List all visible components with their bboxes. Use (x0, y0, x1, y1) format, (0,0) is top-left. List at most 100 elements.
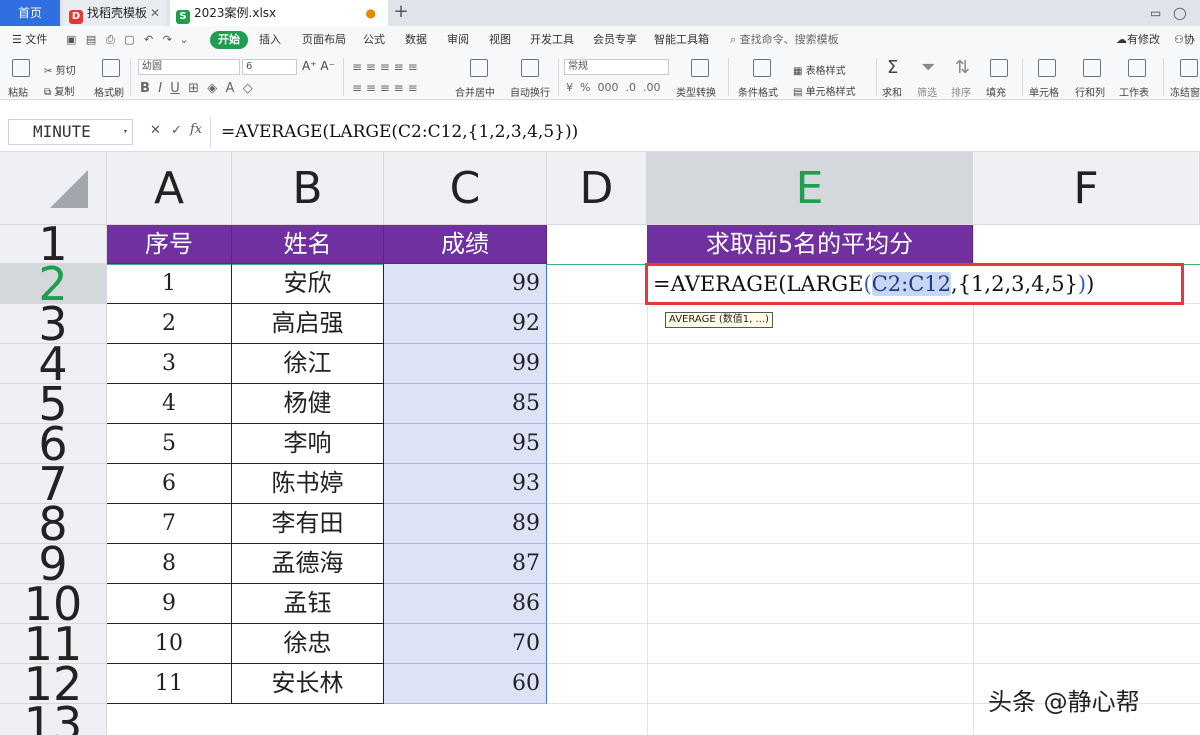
table-cell-name[interactable]: 高启强 (232, 304, 384, 344)
type-convert-button[interactable]: 类型转换 (676, 84, 716, 99)
table-cell-name[interactable]: 孟钰 (232, 584, 384, 624)
menu-developer[interactable]: 开发工具 (530, 26, 574, 54)
paste-icon[interactable] (12, 59, 30, 77)
table-cell-no[interactable]: 8 (107, 544, 232, 584)
table-cell-no[interactable]: 7 (107, 504, 232, 544)
conditional-format-button[interactable]: 条件格式 (738, 84, 778, 99)
row-header-12[interactable]: 12 (0, 664, 107, 704)
conditional-format-icon[interactable] (753, 59, 771, 77)
tab-template-store[interactable]: D 找稻壳模板 ✕ (63, 0, 166, 26)
table-cell-name[interactable]: 安欣 (232, 264, 384, 304)
fill-button[interactable]: 填充 (986, 84, 1006, 99)
table-cell-name[interactable]: 李响 (232, 424, 384, 464)
row-header-2[interactable]: 2 (0, 264, 107, 304)
fill-icon[interactable] (990, 59, 1008, 77)
filter-icon[interactable]: ⏷ (921, 57, 935, 78)
row-col-icon[interactable] (1083, 59, 1101, 77)
align-top-icon[interactable]: ≡ (352, 60, 362, 74)
print-icon[interactable]: ⎙ (106, 33, 115, 46)
insert-function-button[interactable]: fx (190, 122, 202, 137)
menu-file[interactable]: ☰ 文件 (12, 26, 47, 54)
distribute-icon[interactable]: ≡ (408, 81, 418, 95)
copy-button[interactable]: ⧉ 复制 (44, 83, 74, 98)
table-cell-no[interactable]: 5 (107, 424, 232, 464)
table-cell-name[interactable]: 孟德海 (232, 544, 384, 584)
layout-icon[interactable]: ▭ (1150, 6, 1161, 20)
wrap-text-icon[interactable] (521, 59, 539, 77)
menu-data[interactable]: 数据 (405, 26, 427, 54)
table-cell-no[interactable]: 9 (107, 584, 232, 624)
worksheet-icon[interactable] (1128, 59, 1146, 77)
paste-button[interactable]: 粘贴 (8, 84, 28, 99)
menu-formulas[interactable]: 公式 (363, 26, 385, 54)
indent-icon[interactable]: ≡ (408, 60, 418, 74)
close-icon[interactable]: ✕ (150, 0, 160, 26)
percent-icon[interactable]: % (580, 81, 590, 94)
edit-range-reference[interactable]: C2:C12 (871, 272, 952, 296)
column-header-f[interactable]: F (973, 152, 1200, 225)
font-grow-shrink[interactable]: A⁺ A⁻ (302, 59, 335, 73)
modified-status[interactable]: ☁有修改 (1116, 26, 1160, 54)
format-painter-icon[interactable] (102, 59, 120, 77)
align-left-icon[interactable]: ≡ (352, 81, 362, 95)
cut-button[interactable]: ✂ 剪切 (44, 62, 76, 77)
table-cell-score[interactable]: 89 (384, 504, 547, 544)
tab-file[interactable]: S 2023案例.xlsx ● (170, 0, 388, 26)
underline-icon[interactable]: U (170, 81, 180, 96)
row-header-13[interactable]: 13 (0, 704, 107, 735)
table-cell-no[interactable]: 2 (107, 304, 232, 344)
header-cell-name[interactable]: 姓名 (232, 225, 384, 264)
table-cell-name[interactable]: 陈书婷 (232, 464, 384, 504)
table-cell-no[interactable]: 10 (107, 624, 232, 664)
header-cell-avg[interactable]: 求取前5名的平均分 (647, 225, 973, 264)
worksheet-button[interactable]: 工作表 (1119, 84, 1149, 99)
cell-icon[interactable] (1038, 59, 1056, 77)
decrease-decimal-icon[interactable]: .00 (643, 81, 661, 94)
table-cell-score[interactable]: 99 (384, 264, 547, 304)
name-box[interactable]: MINUTE ▾ (8, 119, 133, 145)
table-cell-score[interactable]: 70 (384, 624, 547, 664)
cell-button[interactable]: 单元格 (1029, 84, 1059, 99)
type-convert-icon[interactable] (691, 59, 709, 77)
orientation-icon[interactable]: ≡ (394, 60, 404, 74)
currency-icon[interactable]: ¥ (566, 81, 573, 94)
table-cell-score[interactable]: 93 (384, 464, 547, 504)
collaborate-button[interactable]: ⚇协 (1174, 26, 1195, 54)
number-format-select[interactable]: 常规 (564, 59, 669, 75)
font-size-select[interactable]: 6 (242, 59, 297, 75)
chevron-down-icon[interactable]: ▾ (123, 120, 128, 144)
cancel-icon[interactable]: ✕ (150, 123, 161, 138)
tab-home[interactable]: 首页 (0, 0, 60, 26)
column-header-e[interactable]: E (647, 152, 973, 225)
header-cell-score[interactable]: 成绩 (384, 225, 547, 264)
command-search[interactable]: ⌕ 查找命令、搜索模板 (730, 26, 839, 54)
align-center-icon[interactable]: ≡ (366, 81, 376, 95)
menu-insert[interactable]: 插入 (259, 26, 281, 54)
fill-color-icon[interactable]: ◈ (207, 81, 217, 96)
thousands-icon[interactable]: 000 (597, 81, 618, 94)
redo-icon[interactable]: ↷ (163, 33, 172, 46)
table-cell-score[interactable]: 92 (384, 304, 547, 344)
table-cell-no[interactable]: 6 (107, 464, 232, 504)
preview-icon[interactable]: ▢ (124, 33, 134, 46)
column-header-c[interactable]: C (384, 152, 547, 225)
table-cell-score[interactable]: 86 (384, 584, 547, 624)
table-cell-no[interactable]: 4 (107, 384, 232, 424)
freeze-icon[interactable] (1180, 59, 1198, 77)
menu-review[interactable]: 审阅 (447, 26, 469, 54)
increase-decimal-icon[interactable]: .0 (625, 81, 636, 94)
align-bottom-icon[interactable]: ≡ (380, 60, 390, 74)
column-header-b[interactable]: B (232, 152, 384, 225)
wrap-text-button[interactable]: 自动换行 (510, 84, 550, 99)
column-header-d[interactable]: D (547, 152, 647, 225)
formula-input[interactable]: =AVERAGE(LARGE(C2:C12,{1,2,3,4,5})) (210, 116, 1200, 148)
justify-icon[interactable]: ≡ (394, 81, 404, 95)
menu-view[interactable]: 视图 (489, 26, 511, 54)
table-cell-no[interactable]: 3 (107, 344, 232, 384)
row-header-9[interactable]: 9 (0, 544, 107, 584)
table-cell-no[interactable]: 11 (107, 664, 232, 704)
row-header-6[interactable]: 6 (0, 424, 107, 464)
menu-start[interactable]: 开始 (210, 31, 248, 49)
cell-style-button[interactable]: ▤ 单元格样式 (793, 83, 856, 98)
table-cell-score[interactable]: 85 (384, 384, 547, 424)
